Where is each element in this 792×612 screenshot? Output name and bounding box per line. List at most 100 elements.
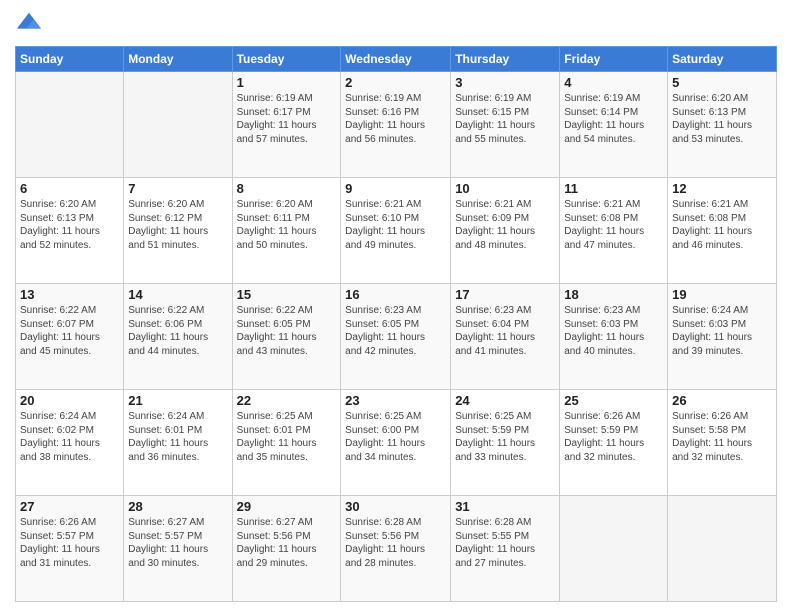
- day-number: 7: [128, 181, 227, 196]
- day-info: Sunrise: 6:19 AMSunset: 6:16 PMDaylight:…: [345, 92, 446, 146]
- calendar-cell: 15 Sunrise: 6:22 AMSunset: 6:05 PMDayligh…: [232, 284, 341, 390]
- day-info: Sunrise: 6:22 AMSunset: 6:05 PMDaylight:…: [237, 304, 337, 358]
- day-number: 25: [564, 393, 663, 408]
- calendar-cell: 31Sunrise: 6:28 AMSunset: 5:55 PMDayligh…: [451, 496, 560, 602]
- logo-icon: [15, 10, 43, 38]
- day-number: 3: [455, 75, 555, 90]
- calendar-cell: 25 Sunrise: 6:26 AMSunset: 5:59 PMDayligh…: [560, 390, 668, 496]
- day-number: 13: [20, 287, 119, 302]
- calendar-cell: 1Sunrise: 6:19 AMSunset: 6:17 PMDaylight…: [232, 72, 341, 178]
- day-of-week-header: Friday: [560, 47, 668, 72]
- day-number: 24: [455, 393, 555, 408]
- day-info: Sunrise: 6:24 AMSunset: 6:02 PMDaylight:…: [20, 410, 119, 464]
- calendar-week-row: 27 Sunrise: 6:26 AMSunset: 5:57 PMDayligh…: [16, 496, 777, 602]
- calendar-week-row: 6Sunrise: 6:20 AMSunset: 6:13 PMDaylight…: [16, 178, 777, 284]
- day-info: Sunrise: 6:25 AMSunset: 6:01 PMDaylight:…: [237, 410, 337, 464]
- calendar-cell: 3 Sunrise: 6:19 AMSunset: 6:15 PMDaylight…: [451, 72, 560, 178]
- calendar-cell: 28 Sunrise: 6:27 AMSunset: 5:57 PMDayligh…: [124, 496, 232, 602]
- calendar-cell: 18Sunrise: 6:23 AMSunset: 6:03 PMDayligh…: [560, 284, 668, 390]
- day-info: Sunrise: 6:25 AMSunset: 5:59 PMDaylight:…: [455, 410, 555, 464]
- day-info: Sunrise: 6:20 AMSunset: 6:11 PMDaylight:…: [237, 198, 337, 252]
- calendar-cell: 16 Sunrise: 6:23 AMSunset: 6:05 PMDayligh…: [341, 284, 451, 390]
- day-of-week-header: Tuesday: [232, 47, 341, 72]
- calendar-cell: [668, 496, 777, 602]
- calendar-cell: 5 Sunrise: 6:20 AMSunset: 6:13 PMDaylight…: [668, 72, 777, 178]
- day-number: 23: [345, 393, 446, 408]
- calendar-table: SundayMondayTuesdayWednesdayThursdayFrid…: [15, 46, 777, 602]
- day-number: 19: [672, 287, 772, 302]
- calendar-header-row: SundayMondayTuesdayWednesdayThursdayFrid…: [16, 47, 777, 72]
- calendar-cell: 30 Sunrise: 6:28 AMSunset: 5:56 PMDayligh…: [341, 496, 451, 602]
- day-info: Sunrise: 6:26 AMSunset: 5:57 PMDaylight:…: [20, 516, 119, 570]
- day-number: 9: [345, 181, 446, 196]
- day-number: 29: [237, 499, 337, 514]
- day-number: 4: [564, 75, 663, 90]
- day-info: Sunrise: 6:25 AMSunset: 6:00 PMDaylight:…: [345, 410, 446, 464]
- day-info: Sunrise: 6:27 AMSunset: 5:57 PMDaylight:…: [128, 516, 227, 570]
- day-info: Sunrise: 6:21 AMSunset: 6:08 PMDaylight:…: [564, 198, 663, 252]
- day-number: 17: [455, 287, 555, 302]
- day-info: Sunrise: 6:28 AMSunset: 5:56 PMDaylight:…: [345, 516, 446, 570]
- day-info: Sunrise: 6:24 AMSunset: 6:03 PMDaylight:…: [672, 304, 772, 358]
- calendar-week-row: 13 Sunrise: 6:22 AMSunset: 6:07 PMDayligh…: [16, 284, 777, 390]
- calendar-cell: 20 Sunrise: 6:24 AMSunset: 6:02 PMDayligh…: [16, 390, 124, 496]
- day-info: Sunrise: 6:22 AMSunset: 6:06 PMDaylight:…: [128, 304, 227, 358]
- day-info: Sunrise: 6:22 AMSunset: 6:07 PMDaylight:…: [20, 304, 119, 358]
- calendar-cell: 29 Sunrise: 6:27 AMSunset: 5:56 PMDayligh…: [232, 496, 341, 602]
- day-number: 5: [672, 75, 772, 90]
- day-of-week-header: Thursday: [451, 47, 560, 72]
- header: [15, 10, 777, 38]
- calendar-cell: 17 Sunrise: 6:23 AMSunset: 6:04 PMDayligh…: [451, 284, 560, 390]
- day-of-week-header: Monday: [124, 47, 232, 72]
- day-number: 10: [455, 181, 555, 196]
- calendar-cell: 14Sunrise: 6:22 AMSunset: 6:06 PMDayligh…: [124, 284, 232, 390]
- logo: [15, 10, 47, 38]
- calendar-cell: [16, 72, 124, 178]
- day-info: Sunrise: 6:27 AMSunset: 5:56 PMDaylight:…: [237, 516, 337, 570]
- day-info: Sunrise: 6:28 AMSunset: 5:55 PMDaylight:…: [455, 516, 555, 570]
- day-info: Sunrise: 6:24 AMSunset: 6:01 PMDaylight:…: [128, 410, 227, 464]
- day-of-week-header: Wednesday: [341, 47, 451, 72]
- day-number: 2: [345, 75, 446, 90]
- calendar-cell: 27 Sunrise: 6:26 AMSunset: 5:57 PMDayligh…: [16, 496, 124, 602]
- calendar-cell: 26Sunrise: 6:26 AMSunset: 5:58 PMDayligh…: [668, 390, 777, 496]
- calendar-cell: 9 Sunrise: 6:21 AMSunset: 6:10 PMDaylight…: [341, 178, 451, 284]
- day-number: 27: [20, 499, 119, 514]
- day-info: Sunrise: 6:20 AMSunset: 6:12 PMDaylight:…: [128, 198, 227, 252]
- page: SundayMondayTuesdayWednesdayThursdayFrid…: [0, 0, 792, 612]
- calendar-cell: 6Sunrise: 6:20 AMSunset: 6:13 PMDaylight…: [16, 178, 124, 284]
- day-info: Sunrise: 6:23 AMSunset: 6:04 PMDaylight:…: [455, 304, 555, 358]
- day-info: Sunrise: 6:20 AMSunset: 6:13 PMDaylight:…: [20, 198, 119, 252]
- day-number: 20: [20, 393, 119, 408]
- day-info: Sunrise: 6:21 AMSunset: 6:09 PMDaylight:…: [455, 198, 555, 252]
- calendar-cell: 23 Sunrise: 6:25 AMSunset: 6:00 PMDayligh…: [341, 390, 451, 496]
- day-info: Sunrise: 6:23 AMSunset: 6:05 PMDaylight:…: [345, 304, 446, 358]
- calendar-cell: 19 Sunrise: 6:24 AMSunset: 6:03 PMDayligh…: [668, 284, 777, 390]
- day-info: Sunrise: 6:19 AMSunset: 6:15 PMDaylight:…: [455, 92, 555, 146]
- day-number: 16: [345, 287, 446, 302]
- day-number: 30: [345, 499, 446, 514]
- day-of-week-header: Sunday: [16, 47, 124, 72]
- day-number: 26: [672, 393, 772, 408]
- day-number: 18: [564, 287, 663, 302]
- day-info: Sunrise: 6:20 AMSunset: 6:13 PMDaylight:…: [672, 92, 772, 146]
- day-info: Sunrise: 6:19 AMSunset: 6:14 PMDaylight:…: [564, 92, 663, 146]
- calendar-week-row: 1Sunrise: 6:19 AMSunset: 6:17 PMDaylight…: [16, 72, 777, 178]
- calendar-cell: 24 Sunrise: 6:25 AMSunset: 5:59 PMDayligh…: [451, 390, 560, 496]
- day-info: Sunrise: 6:21 AMSunset: 6:10 PMDaylight:…: [345, 198, 446, 252]
- day-number: 15: [237, 287, 337, 302]
- calendar-cell: 4 Sunrise: 6:19 AMSunset: 6:14 PMDaylight…: [560, 72, 668, 178]
- calendar-cell: 2 Sunrise: 6:19 AMSunset: 6:16 PMDaylight…: [341, 72, 451, 178]
- calendar-cell: 8Sunrise: 6:20 AMSunset: 6:11 PMDaylight…: [232, 178, 341, 284]
- day-number: 1: [237, 75, 337, 90]
- day-number: 12: [672, 181, 772, 196]
- calendar-cell: 10 Sunrise: 6:21 AMSunset: 6:09 PMDayligh…: [451, 178, 560, 284]
- day-number: 11: [564, 181, 663, 196]
- calendar-week-row: 20 Sunrise: 6:24 AMSunset: 6:02 PMDayligh…: [16, 390, 777, 496]
- day-info: Sunrise: 6:26 AMSunset: 5:59 PMDaylight:…: [564, 410, 663, 464]
- day-info: Sunrise: 6:21 AMSunset: 6:08 PMDaylight:…: [672, 198, 772, 252]
- day-number: 21: [128, 393, 227, 408]
- day-number: 28: [128, 499, 227, 514]
- calendar-cell: 21 Sunrise: 6:24 AMSunset: 6:01 PMDayligh…: [124, 390, 232, 496]
- day-of-week-header: Saturday: [668, 47, 777, 72]
